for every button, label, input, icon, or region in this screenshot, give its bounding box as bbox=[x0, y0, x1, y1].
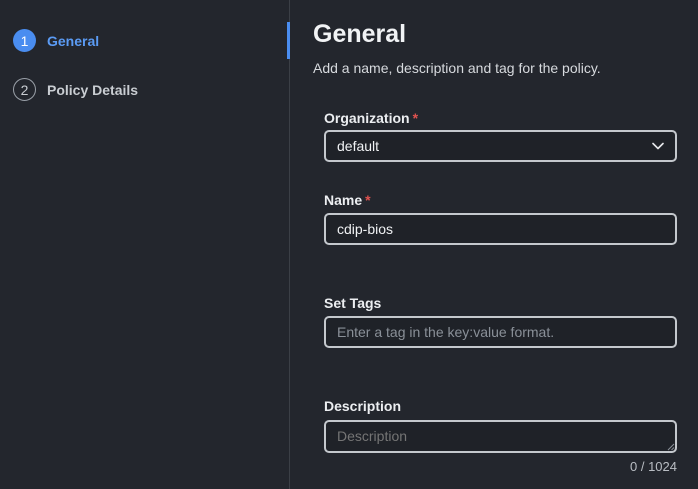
active-section-indicator bbox=[287, 22, 290, 59]
required-marker: * bbox=[365, 192, 371, 208]
name-input[interactable] bbox=[324, 213, 677, 245]
step-label: General bbox=[47, 32, 100, 49]
step-number-badge: 2 bbox=[13, 78, 36, 101]
set-tags-label: Set Tags bbox=[324, 295, 382, 311]
page-title: General bbox=[313, 20, 407, 48]
organization-label-text: Organization bbox=[324, 110, 410, 126]
description-textarea[interactable] bbox=[324, 420, 677, 453]
step-label: Policy Details bbox=[47, 81, 139, 98]
policy-wizard: 1 General 2 Policy Details General Add a… bbox=[0, 0, 698, 489]
step-number-badge: 1 bbox=[13, 29, 36, 52]
description-label: Description bbox=[324, 398, 402, 414]
resize-grip-icon[interactable] bbox=[667, 443, 675, 451]
wizard-step-general[interactable]: 1 General bbox=[13, 29, 99, 52]
organization-selected-value: default bbox=[337, 138, 380, 154]
required-marker: * bbox=[412, 110, 419, 126]
chevron-down-icon bbox=[652, 142, 664, 150]
tags-input[interactable] bbox=[324, 316, 677, 348]
name-label-text: Name bbox=[324, 192, 363, 208]
wizard-step-policy-details[interactable]: 2 Policy Details bbox=[13, 78, 138, 101]
wizard-sidebar: 1 General 2 Policy Details bbox=[0, 0, 290, 489]
main-panel: General Add a name, description and tag … bbox=[291, 0, 698, 489]
character-counter: 0 / 1024 bbox=[630, 459, 677, 474]
page-subtitle: Add a name, description and tag for the … bbox=[313, 60, 601, 76]
organization-label: Organization * bbox=[324, 110, 418, 126]
organization-select[interactable]: default bbox=[324, 130, 677, 162]
name-label: Name * bbox=[324, 192, 371, 208]
